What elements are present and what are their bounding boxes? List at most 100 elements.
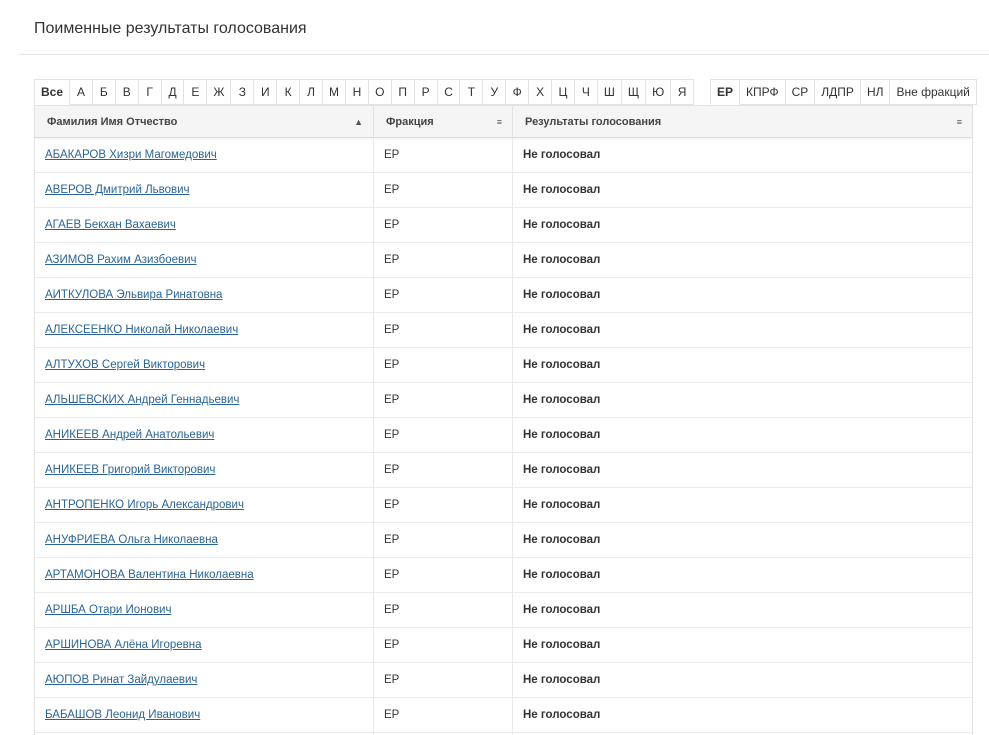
vote-result-cell: Не голосовал [523,184,601,196]
table-row: АРШБА Отари Ионович ЕР Не голосовал [35,593,972,628]
vote-result-cell: Не голосовал [523,359,601,371]
tab-letter[interactable]: Ю [646,79,672,105]
tab-faction[interactable]: Вне фракций [890,79,977,105]
tab-letter[interactable]: П [391,79,415,105]
tab-faction[interactable]: ЕР [710,79,741,105]
tab-letter[interactable]: Ч [574,79,598,105]
tab-letter[interactable]: М [323,79,347,105]
faction-cell: ЕР [374,418,513,452]
tab-letter[interactable]: Я [671,79,695,105]
table-header: Фамилия Имя Отчество ▲ Фракция ≡ Результ… [35,105,972,138]
vote-result-cell: Не голосовал [523,604,601,616]
tab-faction[interactable]: КПРФ [740,79,786,105]
tab-letter[interactable]: О [368,79,392,105]
table-body: АБАКАРОВ Хизри Магомедович ЕР Не голосовал… [35,138,972,735]
vote-result-cell: Не голосовал [523,254,601,266]
column-menu-icon[interactable]: ≡ [957,117,962,127]
deputy-name-link[interactable]: АБАКАРОВ Хизри Магомедович [45,149,217,161]
deputy-name-link[interactable]: АЛТУХОВ Сергей Викторович [45,359,205,371]
faction-cell: ЕР [374,453,513,487]
deputy-name-link[interactable]: АГАЕВ Бекхан Вахаевич [45,219,176,231]
vote-result-cell: Не голосовал [523,569,601,581]
tab-letter[interactable]: Г [138,79,162,105]
column-menu-icon[interactable]: ≡ [497,117,502,127]
vote-result-cell: Не голосовал [523,149,601,161]
vote-result-cell: Не голосовал [523,219,601,231]
vote-result-cell: Не голосовал [523,464,601,476]
name-cell: АИТКУЛОВА Эльвира Ринатовна [35,278,374,312]
tab-letter[interactable]: В [115,79,139,105]
tab-letter[interactable]: Х [529,79,553,105]
table-row: АБАКАРОВ Хизри Магомедович ЕР Не голосовал [35,138,972,173]
tab-letter[interactable]: И [254,79,278,105]
column-header-result[interactable]: Результаты голосования ≡ [513,106,972,137]
table-row: АРТАМОНОВА Валентина Николаевна ЕР Не голо… [35,558,972,593]
tab-letter[interactable]: Н [346,79,369,105]
tab-letter[interactable]: С [437,79,461,105]
tab-letter[interactable]: К [277,79,301,105]
name-cell: АЗИМОВ Рахим Азизбоевич [35,243,374,277]
tab-letter[interactable]: Ц [552,79,575,105]
tab-letter[interactable]: Т [460,79,484,105]
tab-all-letters[interactable]: Все [34,79,71,105]
deputy-name-link[interactable]: АИТКУЛОВА Эльвира Ринатовна [45,289,222,301]
faction-cell: ЕР [374,663,513,697]
tab-faction[interactable]: НЛ [860,79,891,105]
tab-letter[interactable]: А [70,79,93,105]
voting-results-table: Фамилия Имя Отчество ▲ Фракция ≡ Результ… [34,105,973,735]
tab-faction[interactable]: ЛДПР [815,79,861,105]
vote-result-cell: Не голосовал [523,394,601,406]
table-row: АНТРОПЕНКО Игорь Александрович ЕР Не голос… [35,488,972,523]
deputy-name-link[interactable]: АРШИНОВА Алёна Игоревна [45,639,202,651]
tab-letter[interactable]: Щ [621,79,647,105]
sort-ascending-icon[interactable]: ▲ [354,117,363,127]
name-cell: АРТАМОНОВА Валентина Николаевна [35,558,374,592]
deputy-name-link[interactable]: АРТАМОНОВА Валентина Николаевна [45,569,254,581]
column-header-name[interactable]: Фамилия Имя Отчество ▲ [35,106,374,137]
deputy-name-link[interactable]: АВЕРОВ Дмитрий Львович [45,184,190,196]
tab-faction[interactable]: СР [785,79,816,105]
name-cell: АНИКЕЕВ Григорий Викторович [35,453,374,487]
deputy-name-link[interactable]: АЗИМОВ Рахим Азизбоевич [45,254,197,266]
vote-result-cell: Не голосовал [523,709,601,721]
deputy-name-link[interactable]: БАБАШОВ Леонид Иванович [45,709,200,721]
faction-cell: ЕР [374,558,513,592]
tab-letter[interactable]: Е [184,79,208,105]
vote-result-cell: Не голосовал [523,534,601,546]
deputy-name-link[interactable]: АНИКЕЕВ Григорий Викторович [45,464,215,476]
tab-letter[interactable]: Ф [506,79,530,105]
tab-letter[interactable]: Р [414,79,438,105]
tab-letter[interactable]: Ж [207,79,232,105]
table-row: АИТКУЛОВА Эльвира Ринатовна ЕР Не голосова… [35,278,972,313]
faction-cell: ЕР [374,383,513,417]
vote-result-cell: Не голосовал [523,429,601,441]
table-row: АНИКЕЕВ Андрей Анатольевич ЕР Не голосовал [35,418,972,453]
faction-cell: ЕР [374,243,513,277]
name-cell: АНТРОПЕНКО Игорь Александрович [35,488,374,522]
tab-letter[interactable]: Д [161,79,185,105]
tab-letter[interactable]: Б [92,79,116,105]
tab-letter[interactable]: У [483,79,507,105]
vote-result-cell: Не голосовал [523,324,601,336]
deputy-name-link[interactable]: АЛЕКСЕЕНКО Николай Николаевич [45,324,238,336]
name-cell: АБАКАРОВ Хизри Магомедович [35,138,374,172]
tab-letter[interactable]: З [231,79,255,105]
deputy-name-link[interactable]: АРШБА Отари Ионович [45,604,171,616]
faction-cell: ЕР [374,348,513,382]
deputy-name-link[interactable]: АЛЬШЕВСКИХ Андрей Геннадьевич [45,394,239,406]
column-header-faction[interactable]: Фракция ≡ [374,106,513,137]
deputy-name-link[interactable]: АНТРОПЕНКО Игорь Александрович [45,499,244,511]
deputy-name-link[interactable]: АНУФРИЕВА Ольга Николаевна [45,534,218,546]
table-row: АЛТУХОВ Сергей Викторович ЕР Не голосовал [35,348,972,383]
vote-result-cell: Не голосовал [523,499,601,511]
vote-result-cell: Не голосовал [523,289,601,301]
table-row: АГАЕВ Бекхан Вахаевич ЕР Не голосовал [35,208,972,243]
table-row: АНУФРИЕВА Ольга Николаевна ЕР Не голосовал [35,523,972,558]
deputy-name-link[interactable]: АНИКЕЕВ Андрей Анатольевич [45,429,214,441]
tab-letter[interactable]: Ш [597,79,622,105]
faction-cell: ЕР [374,208,513,242]
tab-letter[interactable]: Л [300,79,324,105]
name-cell: АЛЕКСЕЕНКО Николай Николаевич [35,313,374,347]
deputy-name-link[interactable]: АЮПОВ Ринат Зайдулаевич [45,674,197,686]
name-cell: АЮПОВ Ринат Зайдулаевич [35,663,374,697]
